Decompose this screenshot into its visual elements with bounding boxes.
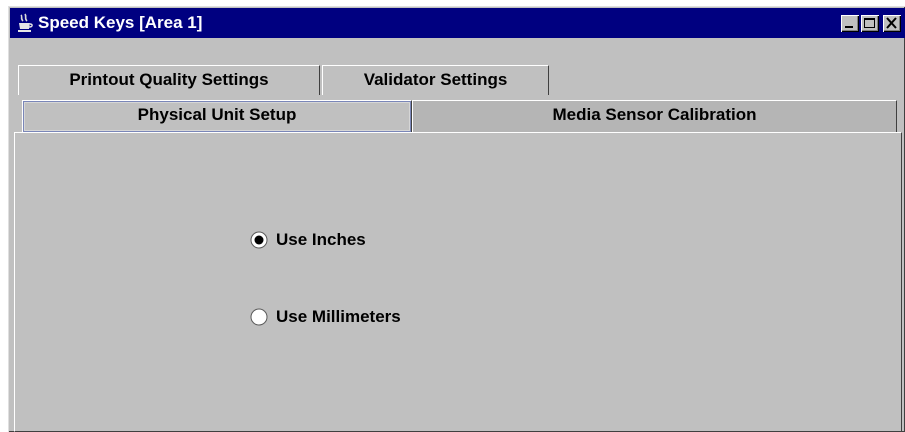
java-cup-icon — [18, 13, 33, 32]
maximize-button[interactable] — [861, 15, 879, 32]
close-button[interactable] — [883, 15, 901, 32]
use-inches-label: Use Inches — [276, 230, 366, 249]
tab-label: Media Sensor Calibration — [552, 105, 757, 124]
use-inches-radio[interactable]: Use Inches — [250, 230, 366, 250]
tab-physical-unit-setup[interactable]: Physical Unit Setup — [22, 100, 412, 132]
minimize-button[interactable] — [841, 15, 859, 32]
use-millimeters-label: Use Millimeters — [276, 307, 401, 326]
tab-media-sensor-calibration[interactable]: Media Sensor Calibration — [412, 100, 897, 132]
maximize-icon — [864, 18, 875, 28]
tab-label: Physical Unit Setup — [137, 105, 297, 124]
speed-keys-window: Speed Keys [Area 1] Printout Quality Set… — [8, 6, 905, 432]
radio-unselected-icon — [250, 308, 268, 326]
close-icon — [886, 17, 897, 29]
tab-label: Validator Settings — [363, 70, 508, 89]
minimize-icon — [845, 26, 853, 28]
physical-unit-panel: Use Inches Use Millimeters — [14, 132, 902, 432]
tab-label: Printout Quality Settings — [69, 70, 269, 89]
title-bar[interactable]: Speed Keys [Area 1] — [10, 8, 905, 38]
radio-selected-icon — [250, 231, 268, 249]
window-title: Speed Keys [Area 1] — [38, 13, 203, 32]
use-millimeters-radio[interactable]: Use Millimeters — [250, 307, 401, 327]
tab-validator-settings[interactable]: Validator Settings — [322, 65, 549, 95]
tab-printout-quality-settings[interactable]: Printout Quality Settings — [18, 65, 320, 95]
